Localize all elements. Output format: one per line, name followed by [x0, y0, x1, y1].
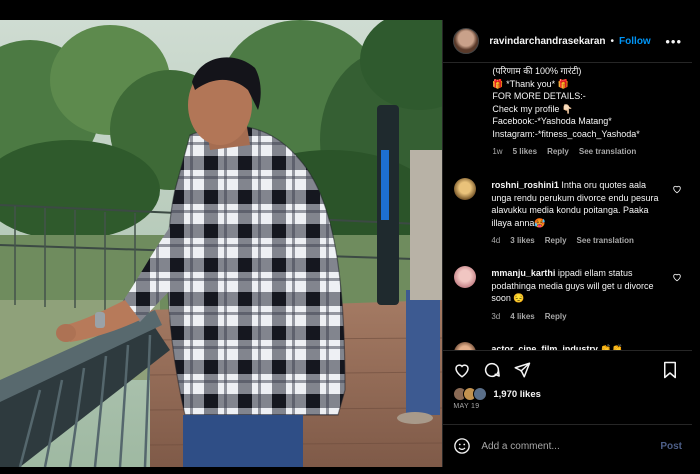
caption-time[interactable]: 1w [492, 146, 502, 159]
caption-line: FOR MORE DETAILS:- [492, 91, 586, 101]
post-modal: ravindarchandrasekaran • Follow ••• (परि… [0, 20, 692, 467]
author-username[interactable]: ravindarchandrasekaran [489, 36, 605, 47]
comments-list[interactable]: (परिणाम की 100% गारंटी) 🎁 *Thank you* 🎁 … [443, 63, 692, 350]
commenter-username[interactable]: mmanju_karthi [491, 268, 555, 278]
share-send-icon[interactable] [513, 361, 531, 379]
likes-summary[interactable]: 1,970 likes [453, 387, 541, 401]
comment-likes[interactable]: 4 likes [510, 311, 534, 324]
add-comment-bar: Add a comment... Post [443, 424, 692, 467]
caption-line: Check my profile 👇🏻 [492, 103, 574, 114]
comment-reply-button[interactable]: Reply [545, 311, 567, 324]
emoji-smiley-icon[interactable] [453, 437, 471, 455]
post-header: ravindarchandrasekaran • Follow ••• [443, 20, 692, 63]
comment-meta: 4d 3 likes Reply See translation [491, 235, 666, 248]
post-photo[interactable] [0, 20, 443, 467]
photo-illustration [0, 20, 443, 467]
follow-button[interactable]: Follow [619, 36, 651, 47]
comment-time[interactable]: 3d [491, 311, 500, 324]
comment-meta: 3d 4 likes Reply [491, 311, 666, 324]
liker-avatar [473, 387, 488, 401]
commenter-avatar[interactable] [454, 342, 477, 350]
like-comment-heart-icon[interactable] [672, 184, 682, 194]
post-side-panel: ravindarchandrasekaran • Follow ••• (परि… [442, 20, 692, 467]
more-options-icon[interactable]: ••• [665, 34, 682, 49]
commenter-username[interactable]: roshni_roshini1 [491, 180, 559, 190]
add-comment-input[interactable]: Add a comment... [481, 441, 660, 452]
post-actions: 1,970 likes [443, 350, 692, 403]
caption-line: (परिणाम की 100% गारंटी) [492, 66, 582, 76]
save-bookmark-icon[interactable] [662, 361, 678, 379]
header-separator: • [610, 35, 615, 47]
comment-translate-button[interactable]: See translation [577, 235, 634, 248]
post-comment-button[interactable]: Post [660, 441, 682, 452]
commenter-avatar[interactable] [454, 266, 477, 288]
comment-body: roshni_roshini1 Intha oru quotes aala un… [491, 179, 666, 248]
caption-likes[interactable]: 5 likes [513, 146, 537, 159]
comment-time[interactable]: 4d [491, 235, 500, 248]
caption-reply-button[interactable]: Reply [547, 146, 569, 159]
caption-meta: 1w 5 likes Reply See translation [492, 146, 682, 159]
comment-body: actor_cine_film_industry 👏👏 [491, 343, 666, 350]
caption-line: Instagram:-*fitness_coach_Yashoda* [492, 128, 640, 139]
caption-line: 🎁 *Thank you* 🎁 [492, 78, 569, 89]
likes-count[interactable]: 1,970 likes [493, 389, 541, 400]
comment-likes[interactable]: 3 likes [510, 235, 534, 248]
post-date[interactable]: MAY 19 [453, 403, 479, 410]
commenter-avatar[interactable] [454, 178, 477, 200]
comment-bubble-icon[interactable] [483, 361, 501, 379]
comment-reply-button[interactable]: Reply [545, 235, 567, 248]
like-heart-icon[interactable] [453, 361, 471, 379]
comment-body: mmanju_karthi ippadi ellam status podath… [491, 267, 666, 323]
author-avatar[interactable] [453, 28, 480, 54]
caption-text: (परिणाम की 100% गारंटी) 🎁 *Thank you* 🎁 … [492, 65, 682, 159]
caption-translate-button[interactable]: See translation [579, 146, 636, 159]
like-comment-heart-icon[interactable] [672, 272, 682, 282]
caption-line: Facebook:-*Yashoda Matang* [492, 116, 612, 126]
